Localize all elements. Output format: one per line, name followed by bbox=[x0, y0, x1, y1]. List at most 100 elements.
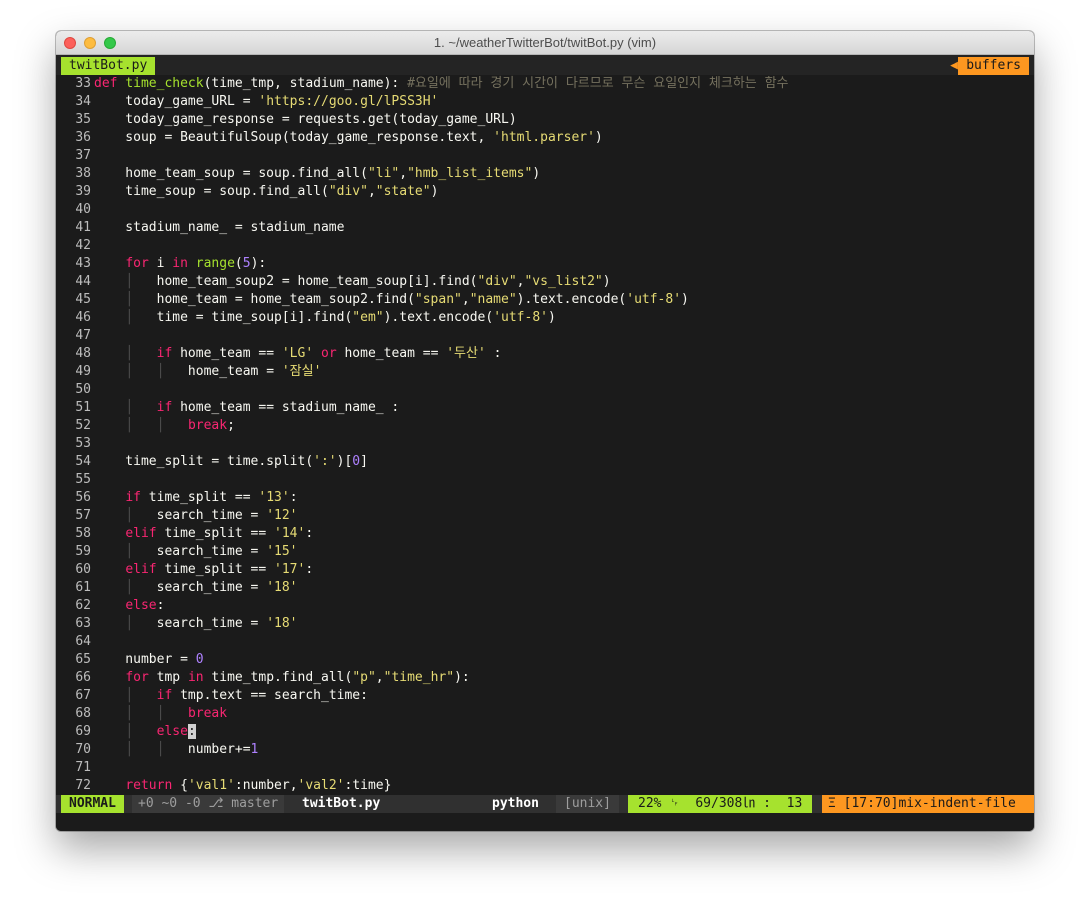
token-kw: elif bbox=[125, 526, 157, 541]
token-text: ; bbox=[227, 418, 235, 433]
token-text: home_team_soup2 = home_team_soup[i].find… bbox=[133, 274, 478, 289]
code-line[interactable]: 66 for tmp in time_tmp.find_all("p","tim… bbox=[56, 669, 1034, 687]
code-line[interactable]: 41 stadium_name_ = stadium_name bbox=[56, 219, 1034, 237]
line-number: 37 bbox=[75, 148, 91, 163]
token-text: ) bbox=[430, 184, 439, 199]
line-number: 42 bbox=[75, 238, 91, 253]
token-text: , bbox=[461, 292, 470, 307]
code-line[interactable]: 61 │ search_time = '18' bbox=[56, 579, 1034, 597]
token-guide: │ bbox=[125, 364, 134, 379]
code-line[interactable]: 72 return {'val1':number,'val2':time} bbox=[56, 777, 1034, 795]
token-cm: #요일에 따라 경기 시간이 다르므로 무슨 요일인지 체크하는 함수 bbox=[407, 76, 789, 91]
token-text: ): bbox=[454, 670, 470, 685]
code-line[interactable]: 38 home_team_soup = soup.find_all("li","… bbox=[56, 165, 1034, 183]
code-line[interactable]: 71 bbox=[56, 759, 1034, 777]
code-line[interactable]: 54 time_split = time.split(':')[0] bbox=[56, 453, 1034, 471]
token-nm: 1 bbox=[250, 742, 259, 757]
code-line[interactable]: 58 elif time_split == '14': bbox=[56, 525, 1034, 543]
token-text: stadium_name_ = stadium_name bbox=[94, 220, 345, 235]
code-line[interactable]: 55 bbox=[56, 471, 1034, 489]
code-line[interactable]: 62 else: bbox=[56, 597, 1034, 615]
code-line[interactable]: 44 │ home_team_soup2 = home_team_soup[i]… bbox=[56, 273, 1034, 291]
line-number: 50 bbox=[75, 382, 91, 397]
code-line[interactable]: 40 bbox=[56, 201, 1034, 219]
code-line[interactable]: 63 │ search_time = '18' bbox=[56, 615, 1034, 633]
title-bar[interactable]: 1. ~/weatherTwitterBot/twitBot.py (vim) bbox=[56, 31, 1034, 55]
tab-twitbot[interactable]: twitBot.py bbox=[61, 57, 156, 75]
code-line[interactable]: 36 soup = BeautifulSoup(today_game_respo… bbox=[56, 129, 1034, 147]
code-line[interactable]: 57 │ search_time = '12' bbox=[56, 507, 1034, 525]
status-filetype: python bbox=[492, 796, 539, 811]
code-line[interactable]: 59 │ search_time = '15' bbox=[56, 543, 1034, 561]
token-guide: │ bbox=[125, 346, 134, 361]
code-line[interactable]: 51 │ if home_team == stadium_name_ : bbox=[56, 399, 1034, 417]
code-line[interactable]: 34 today_game_URL = 'https://goo.gl/lPSS… bbox=[56, 93, 1034, 111]
code-line[interactable]: 50 bbox=[56, 381, 1034, 399]
code-line[interactable]: 43 for i in range(5): bbox=[56, 255, 1034, 273]
token-text: home_team == bbox=[172, 346, 282, 361]
buffers-label[interactable]: buffers bbox=[958, 57, 1029, 75]
line-code: stadium_name_ = stadium_name bbox=[94, 219, 344, 237]
token-kw: for bbox=[125, 256, 149, 271]
code-line[interactable]: 39 time_soup = soup.find_all("div","stat… bbox=[56, 183, 1034, 201]
code-line[interactable]: 42 bbox=[56, 237, 1034, 255]
mixed-indent-warning: Ξ [17:70]mix-indent-file bbox=[822, 795, 1034, 813]
token-nm: 5 bbox=[242, 256, 251, 271]
code-line[interactable]: 33 def time_check(time_tmp, stadium_name)… bbox=[56, 75, 1034, 93]
token-st: '두산' bbox=[446, 346, 486, 361]
line-code: │ if home_team == 'LG' or home_team == '… bbox=[94, 345, 501, 363]
line-number: 43 bbox=[75, 256, 91, 271]
code-line[interactable]: 60 elif time_split == '17': bbox=[56, 561, 1034, 579]
line-code: soup = BeautifulSoup(today_game_response… bbox=[94, 129, 602, 147]
token-st: '잠실' bbox=[281, 364, 322, 379]
token-nm: 0 bbox=[195, 652, 204, 667]
token-text: search_time = bbox=[133, 544, 267, 559]
line-number: 53 bbox=[75, 436, 91, 451]
code-line[interactable]: 69 │ else: bbox=[56, 723, 1034, 741]
terminal-window: 1. ~/weatherTwitterBot/twitBot.py (vim) … bbox=[56, 31, 1034, 831]
line-number: 38 bbox=[75, 166, 91, 181]
code-line[interactable]: 64 bbox=[56, 633, 1034, 651]
token-nm: 0 bbox=[352, 454, 361, 469]
code-line[interactable]: 53 bbox=[56, 435, 1034, 453]
code-line[interactable]: 48 │ if home_team == 'LG' or home_team =… bbox=[56, 345, 1034, 363]
code-line[interactable]: 49 │ │ home_team = '잠실' bbox=[56, 363, 1034, 381]
token-st: 'utf-8' bbox=[493, 310, 548, 325]
token-guide: │ bbox=[125, 310, 134, 325]
line-code: │ time = time_soup[i].find("em").text.en… bbox=[94, 309, 556, 327]
token-text: )[ bbox=[336, 454, 353, 469]
token-text: time_split == bbox=[140, 490, 259, 505]
token-kw: elif bbox=[125, 562, 157, 577]
line-code: │ if tmp.text == search_time: bbox=[94, 687, 368, 705]
code-line[interactable]: 35 today_game_response = requests.get(to… bbox=[56, 111, 1034, 129]
code-editor[interactable]: 33 def time_check(time_tmp, stadium_name)… bbox=[56, 75, 1034, 795]
line-number: 44 bbox=[75, 274, 91, 289]
token-st: ':' bbox=[313, 454, 337, 469]
code-line[interactable]: 45 │ home_team = home_team_soup2.find("s… bbox=[56, 291, 1034, 309]
code-line[interactable]: 70 │ │ number+=1 bbox=[56, 741, 1034, 759]
command-line[interactable] bbox=[56, 813, 1034, 831]
code-line[interactable]: 47 bbox=[56, 327, 1034, 345]
line-number: 41 bbox=[75, 220, 91, 235]
code-line[interactable]: 37 bbox=[56, 147, 1034, 165]
code-line[interactable]: 67 │ if tmp.text == search_time: bbox=[56, 687, 1034, 705]
token-text: ).text.encode( bbox=[516, 292, 627, 307]
line-code: │ search_time = '18' bbox=[94, 579, 297, 597]
line-code: │ home_team = home_team_soup2.find("span… bbox=[94, 291, 689, 309]
line-number: 72 bbox=[75, 778, 91, 793]
code-line[interactable]: 65 number = 0 bbox=[56, 651, 1034, 669]
code-line[interactable]: 56 if time_split == '13': bbox=[56, 489, 1034, 507]
line-number: 34 bbox=[75, 94, 91, 109]
code-line[interactable]: 52 │ │ break; bbox=[56, 417, 1034, 435]
code-line[interactable]: 46 │ time = time_soup[i].find("em").text… bbox=[56, 309, 1034, 327]
code-line[interactable]: 68 │ │ break bbox=[56, 705, 1034, 723]
token-text: time_split = time.split( bbox=[94, 454, 314, 469]
token-guide: │ bbox=[125, 544, 134, 559]
